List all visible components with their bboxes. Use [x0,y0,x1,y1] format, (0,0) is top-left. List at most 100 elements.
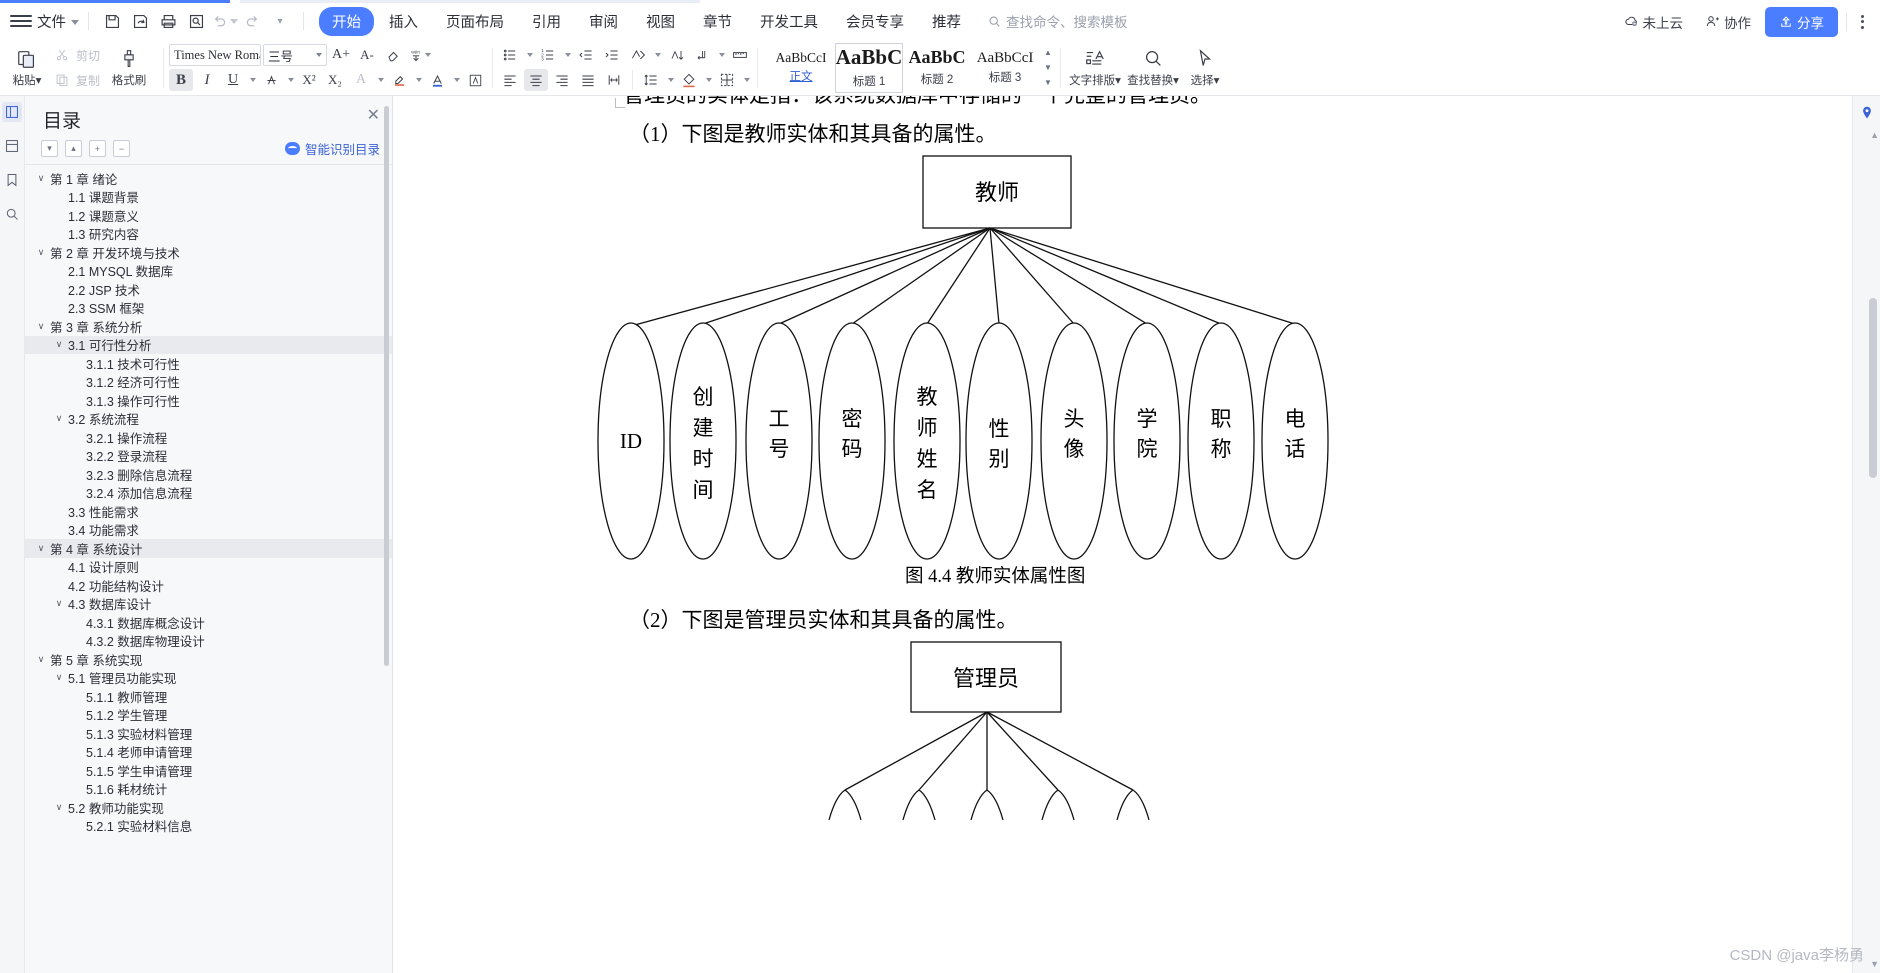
chevron-down-icon[interactable]: ∨ [35,173,47,184]
copy-button[interactable]: 复制 [50,69,100,91]
toc-item[interactable]: 2.2 JSP 技术 [25,280,392,299]
bullet-list-dropdown-icon[interactable] [524,44,534,66]
document-scrollbar[interactable] [1869,128,1877,967]
toc-item[interactable]: 3.1.2 经济可行性 [25,373,392,392]
borders-dropdown-icon[interactable] [741,69,751,91]
more-options-icon[interactable] [1855,14,1870,29]
chevron-down-icon[interactable]: ∨ [35,543,47,554]
increase-indent-button[interactable] [600,44,624,66]
cut-button[interactable]: 剪切 [50,44,100,66]
cloud-status-button[interactable]: 未上云 [1616,8,1692,36]
tab-section[interactable]: 章节 [690,7,745,36]
toc-item[interactable]: 4.3.2 数据库物理设计 [25,632,392,651]
clear-formatting-icon[interactable] [381,44,405,66]
show-marks-dropdown-icon[interactable] [716,44,726,66]
borders-button[interactable] [715,69,739,91]
style-heading-3[interactable]: AaBbCcI 标题 3 [971,43,1039,93]
toc-item[interactable]: 1.1 课题背景 [25,188,392,207]
toc-item[interactable]: 5.1.3 实验材料管理 [25,724,392,743]
toc-item[interactable]: ∨ 第 5 章 系统实现 [25,650,392,669]
shading-button[interactable] [677,69,701,91]
close-icon[interactable]: ✕ [367,108,380,124]
save-icon[interactable] [98,8,126,34]
highlight-color-button[interactable] [387,69,411,91]
line-spacing-button[interactable] [639,69,663,91]
collapse-up-icon[interactable]: ▴ [65,140,82,157]
toc-item[interactable]: ∨ 5.2 教师功能实现 [25,798,392,817]
nav-pane-scrollbar[interactable] [384,106,389,666]
toc-item[interactable]: ∨ 5.1 管理员功能实现 [25,669,392,688]
toc-item[interactable]: ∨ 3.2 系统流程 [25,410,392,429]
char-shading-button[interactable]: A [349,69,373,91]
toc-item[interactable]: 3.1.1 技术可行性 [25,354,392,373]
distribute-button[interactable] [602,69,626,91]
location-pin-icon[interactable] [1857,103,1877,123]
font-size-select[interactable]: 三号 [263,44,328,66]
text-box-border-button[interactable] [463,69,487,91]
show-marks-button[interactable] [690,44,714,66]
font-color-button[interactable] [425,69,449,91]
strikethrough-button[interactable] [259,69,283,91]
tab-developer-tools[interactable]: 开发工具 [747,7,831,36]
toc-item[interactable]: ∨ 第 4 章 系统设计 [25,539,392,558]
command-search[interactable]: 查找命令、搜索模板 [988,11,1128,31]
toc-item[interactable]: 1.3 研究内容 [25,225,392,244]
tab-insert[interactable]: 插入 [376,7,431,36]
customize-toolbar-icon[interactable]: ▾ [266,8,294,34]
chevron-down-icon[interactable]: ∨ [53,672,65,683]
toc-item[interactable]: ∨ 4.3 数据库设计 [25,595,392,614]
scrollbar-thumb[interactable] [1869,298,1877,478]
bookmark-icon[interactable] [2,170,22,190]
toc-item[interactable]: 4.3.1 数据库概念设计 [25,613,392,632]
toc-item[interactable]: 1.2 课题意义 [25,206,392,225]
toc-item[interactable]: 3.2.2 登录流程 [25,447,392,466]
toc-item[interactable]: ∨ 第 1 章 绪论 [25,169,392,188]
toc-item[interactable]: 3.2.1 操作流程 [25,428,392,447]
print-preview-icon[interactable] [182,8,210,34]
tab-references[interactable]: 引用 [519,7,574,36]
style-heading-2[interactable]: AaBbC 标题 2 [903,43,971,93]
toc-item[interactable]: 3.1.3 操作可行性 [25,391,392,410]
subscript-button[interactable]: X₂ [323,69,347,91]
toc-item[interactable]: 5.1.6 耗材统计 [25,780,392,799]
chevron-down-icon[interactable]: ∨ [53,339,65,350]
numbered-list-button[interactable]: 123 [536,44,560,66]
numbered-list-dropdown-icon[interactable] [562,44,572,66]
toc-item[interactable]: ∨ 第 3 章 系统分析 [25,317,392,336]
chevron-down-icon[interactable]: ∨ [35,654,47,665]
expand-down-icon[interactable]: ▾ [41,140,58,157]
toc-item[interactable]: 5.2.1 实验材料信息 [25,817,392,836]
style-scroll-up-icon[interactable]: ▲ [1041,46,1055,60]
sort-dropdown-icon[interactable] [652,44,662,66]
select-button[interactable]: 选择▾ [1182,42,1228,94]
toc-item[interactable]: 3.3 性能需求 [25,502,392,521]
chevron-down-icon[interactable]: ∨ [35,247,47,258]
tab-recommend[interactable]: 推荐 [919,7,974,36]
style-scroll-down-icon[interactable]: ▼ [1041,61,1055,75]
document-page[interactable]: 管理员的实体是指：该系统数据库中存储的一个完整的管理员。 （1）下图是教师实体和… [393,96,1855,973]
char-shading-dropdown-icon[interactable] [375,69,385,91]
pinyin-guide-icon[interactable]: wén [407,44,431,66]
toc-item[interactable]: 5.1.2 学生管理 [25,706,392,725]
text-typesetting-button[interactable]: 文字排版▾ [1066,42,1124,94]
file-menu-button[interactable]: 文件 [37,11,79,32]
chevron-down-icon[interactable]: ∨ [53,598,65,609]
tab-page-layout[interactable]: 页面布局 [433,7,517,36]
tab-start[interactable]: 开始 [319,6,374,36]
bold-button[interactable]: B [169,69,194,91]
font-name-select[interactable]: Times New Roma [169,44,262,66]
toc-item[interactable]: 5.1.1 教师管理 [25,687,392,706]
undo-dropdown-icon[interactable] [229,18,238,24]
toc-item[interactable]: ∨ 3.1 可行性分析 [25,335,392,354]
decrease-indent-button[interactable] [574,44,598,66]
collapse-all-icon[interactable]: − [113,140,130,157]
undo-icon[interactable] [210,8,238,34]
toc-list[interactable]: ∨ 第 1 章 绪论 1.1 课题背景 1.2 课题意义 1.3 研究内容 ∨ 第 2 章 … [25,164,392,973]
toc-item[interactable]: 3.2.4 添加信息流程 [25,484,392,503]
align-center-button[interactable] [524,69,549,91]
search-pane-icon[interactable] [2,204,22,224]
toc-item[interactable]: ∨ 第 2 章 开发环境与技术 [25,243,392,262]
align-left-button[interactable] [498,69,522,91]
toc-item[interactable]: 5.1.5 学生申请管理 [25,761,392,780]
style-heading-1[interactable]: AaBbC 标题 1 [835,42,904,93]
